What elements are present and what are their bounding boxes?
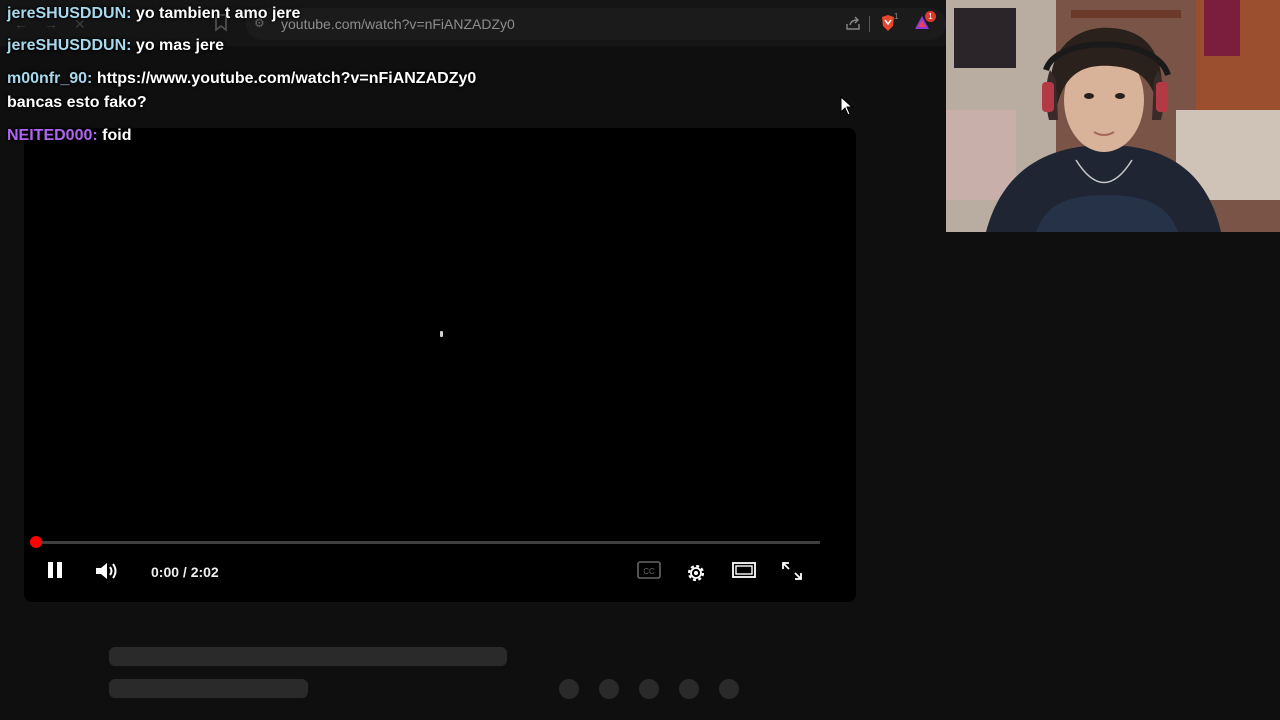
chat-text: yo tambien t amo jere (135, 5, 301, 22)
chat-username: jereSHUSDDUN: (7, 5, 132, 22)
pause-icon[interactable] (46, 560, 64, 580)
chat-link-text: https://www.youtube.com/watch?v=nFiANZAD… (96, 70, 477, 87)
action-placeholder (719, 679, 739, 699)
svg-text:CC: CC (643, 567, 655, 576)
action-placeholder (599, 679, 619, 699)
title-placeholder (109, 647, 507, 666)
share-icon[interactable] (845, 15, 861, 31)
action-placeholder (679, 679, 699, 699)
chat-username: jereSHUSDDUN: (7, 37, 132, 54)
address-bar[interactable]: ⚙ youtube.com/watch?v=nFiANZADZy0 (246, 8, 946, 40)
video-player[interactable]: 0:00 / 2:02 CC (24, 128, 856, 602)
scrubber-handle[interactable] (30, 536, 42, 548)
loading-spinner-icon (440, 331, 443, 337)
webcam-image (946, 0, 1280, 232)
toolbar-divider (869, 16, 870, 32)
chat-message: NEITED000: foid (7, 127, 131, 145)
action-placeholder (559, 679, 579, 699)
chat-message: jereSHUSDDUN: yo mas jere (7, 37, 224, 55)
chat-username: NEITED000: (7, 127, 98, 144)
chat-text: yo mas jere (135, 37, 224, 54)
cc-icon[interactable]: CC (637, 560, 661, 580)
fullscreen-icon[interactable] (780, 560, 804, 582)
volume-icon[interactable] (94, 560, 120, 582)
settings-icon[interactable] (684, 561, 708, 585)
webcam-feed (946, 0, 1280, 232)
url-text[interactable]: youtube.com/watch?v=nFiANZADZy0 (281, 16, 515, 32)
chat-text: bancas esto fako? (7, 94, 147, 111)
chat-text: foid (102, 127, 132, 144)
chat-message-continuation: bancas esto fako? (7, 94, 147, 112)
time-display: 0:00 / 2:02 (151, 564, 219, 580)
theater-mode-icon[interactable] (732, 560, 756, 580)
brave-shield-count: 1 (894, 12, 899, 21)
progress-bar[interactable] (36, 541, 820, 544)
mouse-cursor-icon (840, 96, 854, 116)
rewards-count-badge: 1 (925, 11, 936, 22)
chat-message: jereSHUSDDUN: yo tambien t amo jere (7, 5, 300, 23)
chat-message: m00nfr_90: https://www.youtube.com/watch… (7, 70, 476, 88)
action-placeholder (639, 679, 659, 699)
channel-placeholder (109, 679, 308, 698)
chat-username: m00nfr_90: (7, 70, 93, 87)
